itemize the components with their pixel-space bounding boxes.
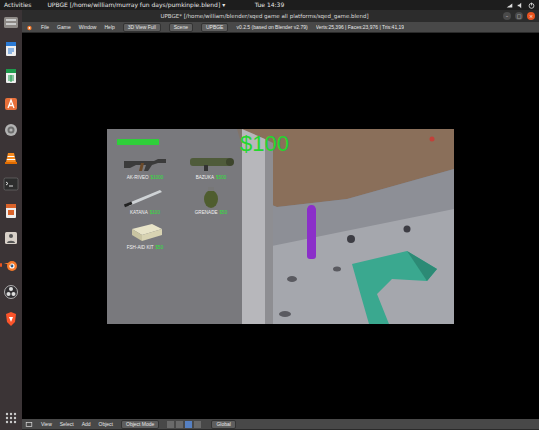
window-control-button[interactable]: – xyxy=(503,12,511,20)
katana-icon xyxy=(120,184,170,210)
shop-item-label: FSH-AID KIT$50 xyxy=(127,245,163,251)
shop-panel: AK-RIVEO$1000 BAZUKA$500 KATANA$100 GRENADE… xyxy=(107,129,242,324)
shading-buttons[interactable] xyxy=(167,421,203,428)
window-title: UPBGE* [/home/william/blender/sqed game … xyxy=(26,10,503,22)
blender-icon[interactable] xyxy=(3,257,19,273)
item-name: KATANA xyxy=(130,210,148,215)
view-type-icon[interactable] xyxy=(25,419,33,429)
obs-icon[interactable] xyxy=(3,284,19,300)
apps-icon[interactable] xyxy=(3,410,19,426)
clock[interactable]: Tue 14:39 xyxy=(255,0,284,10)
money-counter: $100 xyxy=(240,131,289,157)
brave-icon[interactable] xyxy=(3,311,19,327)
title-bar: UPBGE* [/home/william/blender/sqed game … xyxy=(22,10,539,22)
scene-field[interactable]: Scene xyxy=(169,23,193,32)
menu-item[interactable]: Add xyxy=(82,419,91,429)
version-label: v0.2.5 (based on Blender v2.79) xyxy=(236,22,307,32)
viewport: AK-RIVEO$1000BAZUKA$500KATANA$100GRENADE… xyxy=(22,33,539,419)
medkit-icon xyxy=(120,219,170,245)
shop-item-label: AK-RIVEO$1000 xyxy=(127,175,164,181)
health-fill xyxy=(117,139,159,145)
orientation-dropdown[interactable]: Global xyxy=(211,420,235,429)
engine-field[interactable]: UPBGE xyxy=(201,23,229,32)
menu-item[interactable]: View xyxy=(41,419,52,429)
shop-item[interactable]: KATANA$100 xyxy=(115,184,175,216)
impress-icon[interactable] xyxy=(3,203,19,219)
window-controls: –□ × xyxy=(503,12,535,20)
blender-icon xyxy=(25,22,33,32)
shop-item-label: KATANA$100 xyxy=(130,210,160,216)
settings-icon[interactable] xyxy=(3,122,19,138)
shop-item-label: BAZUKA$500 xyxy=(196,175,227,181)
window-control-button[interactable]: × xyxy=(527,12,535,20)
game-view[interactable]: AK-RIVEO$1000BAZUKA$500KATANA$100GRENADE… xyxy=(107,129,454,324)
item-name: BAZUKA xyxy=(196,175,214,180)
shop-item[interactable]: AK-RIVEO$1000 xyxy=(115,149,175,181)
screen-layout-field[interactable]: 3D View Full xyxy=(123,23,161,32)
calc-icon[interactable] xyxy=(3,68,19,84)
item-price: $100 xyxy=(150,210,160,215)
stats-label: Verts:25,396 | Faces:23,976 | Tris:41,19 xyxy=(316,22,404,32)
3d-view-header: View Select Add Object Object Mode Global xyxy=(22,419,539,430)
rifle-icon xyxy=(120,149,170,175)
grenade-icon xyxy=(186,184,236,210)
window-control-button[interactable]: □ xyxy=(515,12,523,20)
item-name: FSH-AID KIT xyxy=(127,245,154,250)
bazooka-icon xyxy=(186,149,236,175)
vlc-icon[interactable] xyxy=(3,149,19,165)
running-indicator xyxy=(0,263,2,267)
menu-item[interactable]: Help xyxy=(104,22,114,32)
activities-button[interactable]: Activities xyxy=(4,0,31,10)
item-name: AK-RIVEO xyxy=(127,175,149,180)
shop-item[interactable]: BAZUKA$500 xyxy=(181,149,241,181)
desktop: Activities UPBGE [/home/william/murray fu… xyxy=(0,0,539,430)
item-name: GRENADE xyxy=(195,210,218,215)
workspace: UPBGE* [/home/william/blender/sqed game … xyxy=(0,10,539,430)
system-tray-icon[interactable] xyxy=(506,2,535,9)
dock xyxy=(0,10,22,430)
files-icon[interactable] xyxy=(3,14,19,30)
shop-item[interactable]: GRENADE$50 xyxy=(181,184,241,216)
mode-dropdown[interactable]: Object Mode xyxy=(121,420,159,429)
item-price: $50 xyxy=(156,245,164,250)
terminal-icon[interactable] xyxy=(3,176,19,192)
item-price: $1000 xyxy=(151,175,164,180)
menu-item[interactable]: Window xyxy=(79,22,97,32)
menu-item[interactable]: File xyxy=(41,22,49,32)
shop-item[interactable]: FSH-AID KIT$50 xyxy=(115,219,175,251)
info-header: File Game Window Help 3D View Full Scene UPBGE… xyxy=(22,22,539,33)
software-icon[interactable] xyxy=(3,95,19,111)
menu-item[interactable]: Game xyxy=(57,22,71,32)
health-bar xyxy=(117,139,159,145)
shop-grid: AK-RIVEO$1000 BAZUKA$500 KATANA$100 GRENADE… xyxy=(115,149,236,251)
viewer-icon[interactable] xyxy=(3,230,19,246)
item-price: $50 xyxy=(220,210,228,215)
writer-icon[interactable] xyxy=(3,41,19,57)
blender-window: UPBGE* [/home/william/blender/sqed game … xyxy=(22,10,539,430)
shop-item-label: GRENADE$50 xyxy=(195,210,227,216)
menu-item[interactable]: Select xyxy=(60,419,74,429)
menu-item[interactable]: Object xyxy=(99,419,113,429)
item-price: $500 xyxy=(216,175,226,180)
top-bar: Activities UPBGE [/home/william/murray fu… xyxy=(0,0,539,10)
app-menu[interactable]: UPBGE [/home/william/murray fun days/pum… xyxy=(47,0,225,10)
